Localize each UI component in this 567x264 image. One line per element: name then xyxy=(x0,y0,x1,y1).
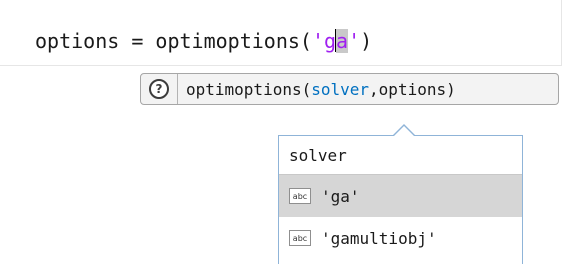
function-signature: optimoptions(solver,options) xyxy=(186,80,456,99)
completion-item-gamultiobj[interactable]: abc 'gamultiobj' xyxy=(279,217,522,259)
hint-divider xyxy=(177,74,178,104)
abc-string-icon: abc xyxy=(289,230,311,246)
abc-string-icon: abc xyxy=(289,188,311,204)
code-prefix: options = optimoptions( xyxy=(35,29,312,53)
signature-close-paren: ) xyxy=(446,79,456,99)
question-circle-icon[interactable]: ? xyxy=(149,79,169,99)
signature-function-name: optimoptions( xyxy=(186,79,312,99)
popup-pointer-arrow-fill xyxy=(394,126,414,136)
signature-argument-options: options xyxy=(378,79,447,99)
signature-active-argument: solver xyxy=(311,79,370,99)
string-open-quote: ' xyxy=(311,29,324,53)
completion-item-label: 'ga' xyxy=(321,186,360,206)
completion-popup[interactable]: solver abc 'ga' abc 'gamultiobj' xyxy=(278,135,523,264)
completion-header: solver xyxy=(279,136,522,175)
code-suffix: ) xyxy=(360,29,373,53)
completion-item-ga[interactable]: abc 'ga' xyxy=(279,175,522,217)
code-editor[interactable]: options = optimoptions('ga') xyxy=(0,0,562,66)
function-signature-hint: ? optimoptions(solver,options) xyxy=(140,73,559,105)
code-line[interactable]: options = optimoptions('ga') xyxy=(35,27,372,55)
string-close-quote: ' xyxy=(348,29,361,53)
signature-separator: , xyxy=(369,79,379,99)
completion-item-label: 'gamultiobj' xyxy=(321,228,437,248)
string-selected-text: a xyxy=(336,29,349,53)
